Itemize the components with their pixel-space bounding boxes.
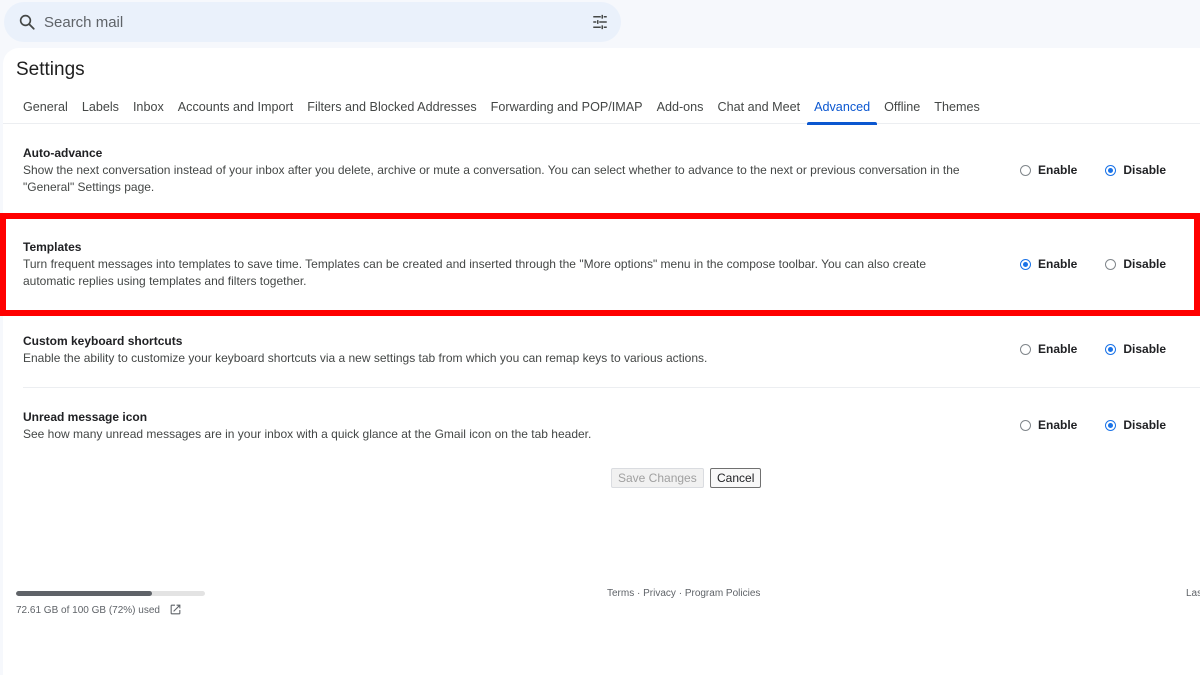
storage-usage-fill [16,591,153,596]
setting-description: Show the next conversation instead of yo… [23,163,960,194]
radio-label: Enable [1038,257,1078,271]
page-title: Settings [16,59,85,80]
separator: · [675,588,685,599]
tab-offline[interactable]: Offline [877,92,927,124]
radio-label: Disable [1123,163,1167,177]
radio-label: Enable [1038,418,1078,432]
search-input[interactable] [44,12,564,32]
setting-title: Custom keyboard shortcuts [23,334,183,348]
storage-usage-bar [16,591,205,596]
radio-button[interactable] [1105,419,1117,431]
setting-title: Templates [23,240,82,254]
unread-message-icon-radio-group: Enable Disable [1020,418,1194,432]
templates-enable-option[interactable]: Enable [1020,257,1077,271]
separator: · [634,588,644,599]
radio-button[interactable] [1020,343,1031,355]
setting-templates: Templates Turn frequent messages into te… [3,238,1200,298]
privacy-link[interactable]: Privacy [643,588,676,599]
templates-radio-group: Enable Disable [1020,257,1194,271]
setting-description: Turn frequent messages into templates to… [23,257,927,288]
tune-icon[interactable] [591,13,609,31]
auto-advance-enable-option[interactable]: Enable [1020,163,1077,177]
cancel-button[interactable]: Cancel [710,468,762,488]
tab-forwarding-and-pop-imap[interactable]: Forwarding and POP/IMAP [484,92,650,124]
tab-filters-and-blocked-addresses[interactable]: Filters and Blocked Addresses [300,92,483,124]
setting-auto-advance: Auto-advance Show the next conversation … [3,145,1200,205]
setting-custom-keyboard-shortcuts: Custom keyboard shortcuts Enable the abi… [3,332,1200,382]
setting-description: See how many unread messages are in your… [23,427,592,441]
search-bar [4,2,621,42]
unread-message-icon-enable-option[interactable]: Enable [1020,418,1077,432]
tab-add-ons[interactable]: Add-ons [650,92,711,124]
tab-advanced[interactable]: Advanced [807,92,878,125]
program-policies-link[interactable]: Program Policies [685,588,761,599]
radio-label: Enable [1038,342,1078,356]
setting-description: Enable the ability to customize your key… [23,351,708,365]
auto-advance-radio-group: Enable Disable [1020,163,1194,177]
radio-label: Enable [1038,163,1078,177]
radio-button[interactable] [1020,258,1031,270]
save-changes-button[interactable]: Save Changes [611,468,704,488]
storage-usage-text: 72.61 GB of 100 GB (72%) used [16,605,160,616]
tab-general[interactable]: General [16,92,75,124]
radio-button[interactable] [1020,164,1031,176]
radio-label: Disable [1123,418,1167,432]
footer-links: Terms · Privacy · Program Policies [607,588,760,599]
auto-advance-disable-option[interactable]: Disable [1105,163,1166,177]
custom-keyboard-shortcuts-radio-group: Enable Disable [1020,342,1194,356]
settings-panel: Settings General Labels Inbox Accounts a… [0,48,1200,675]
open-in-new-icon[interactable] [169,603,182,616]
tab-labels[interactable]: Labels [75,92,126,124]
divider [23,387,1200,388]
radio-button[interactable] [1105,343,1117,355]
search-icon[interactable] [18,13,36,31]
tab-themes[interactable]: Themes [927,92,987,124]
tab-chat-and-meet[interactable]: Chat and Meet [710,92,807,124]
setting-title: Auto-advance [23,146,103,160]
unread-message-icon-disable-option[interactable]: Disable [1105,418,1166,432]
setting-title: Unread message icon [23,410,148,424]
radio-button[interactable] [1105,164,1117,176]
radio-button[interactable] [1105,258,1117,270]
tab-inbox[interactable]: Inbox [126,92,171,124]
last-account-activity: Las [1186,588,1200,599]
settings-tabs: General Labels Inbox Accounts and Import… [3,92,1200,125]
templates-disable-option[interactable]: Disable [1105,257,1166,271]
radio-button[interactable] [1020,419,1031,431]
setting-unread-message-icon: Unread message icon See how many unread … [3,408,1200,458]
custom-keyboard-shortcuts-enable-option[interactable]: Enable [1020,342,1077,356]
custom-keyboard-shortcuts-disable-option[interactable]: Disable [1105,342,1166,356]
radio-label: Disable [1123,257,1167,271]
tab-accounts-and-import[interactable]: Accounts and Import [171,92,301,124]
radio-label: Disable [1123,342,1167,356]
terms-link[interactable]: Terms [607,588,634,599]
